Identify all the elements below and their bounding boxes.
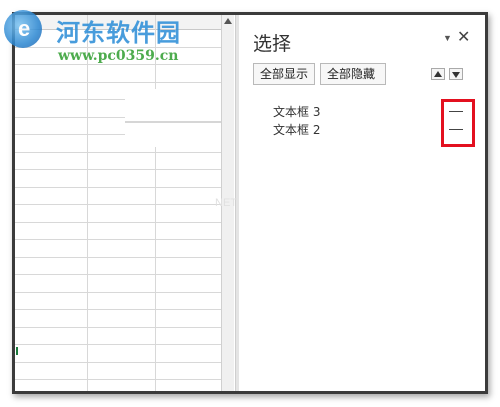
selection-pane: 选择 ▼ ✕ 全部显示 全部隐藏 文本框 3 文本框 2 (239, 15, 485, 391)
grid-row-line (15, 187, 221, 188)
send-backward-button[interactable] (449, 68, 463, 80)
object-name: 文本框 3 (273, 105, 321, 119)
sheet-separator-line (125, 121, 221, 123)
bring-forward-button[interactable] (431, 68, 445, 80)
grid-row-line (15, 257, 221, 258)
bring-forward-icon (434, 71, 442, 77)
grid-row-line (15, 274, 221, 275)
watermark: e 河东软件园 www.pc0359.cn (0, 0, 230, 70)
show-all-button[interactable]: 全部显示 (253, 63, 315, 85)
grid-row-line (15, 327, 221, 328)
object-name: 文本框 2 (273, 123, 321, 137)
dropdown-icon[interactable]: ▼ (443, 33, 452, 43)
spreadsheet-area[interactable] (15, 15, 221, 391)
grid-row-line (15, 222, 221, 223)
grid-row-line (15, 169, 221, 170)
pane-title: 选择 (253, 33, 292, 55)
hide-all-button[interactable]: 全部隐藏 (320, 63, 386, 85)
grid-row-line (15, 292, 221, 293)
grid-row-line (15, 362, 221, 363)
close-icon[interactable]: ✕ (457, 27, 470, 47)
grid-row-line (15, 239, 221, 240)
sheet-blank-region (125, 89, 221, 147)
grid-row-line (15, 309, 221, 310)
grid-row-line (15, 344, 221, 345)
grid-column-line (155, 15, 156, 391)
watermark-logo-icon: e (4, 10, 42, 48)
watermark-title: 河东软件园 (56, 19, 181, 47)
grid-row-line (15, 82, 221, 83)
grid-row-line (15, 379, 221, 380)
faint-watermark-text: NET (215, 197, 237, 209)
grid-row-line (15, 152, 221, 153)
grid-column-line (87, 15, 88, 391)
send-backward-icon (452, 72, 460, 78)
grid-row-line (15, 204, 221, 205)
active-cell-marker (16, 347, 18, 355)
red-highlight-box (441, 99, 475, 147)
watermark-url: www.pc0359.cn (58, 48, 179, 64)
